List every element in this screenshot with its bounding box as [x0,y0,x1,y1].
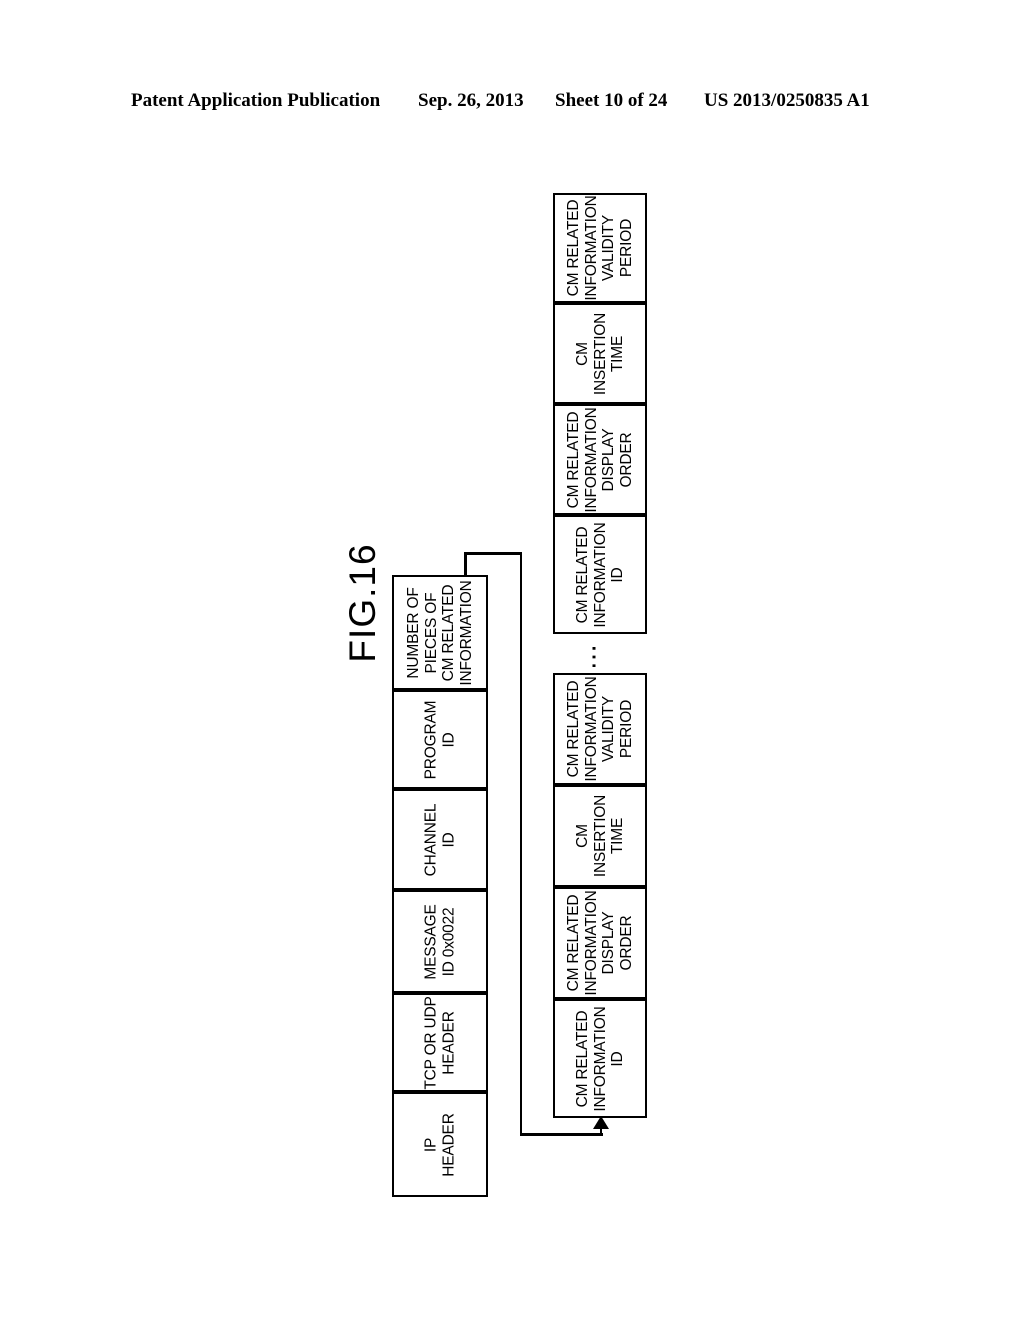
cm-first-field-cm-related-information-id: CM RELATED INFORMATION ID [553,999,647,1118]
field-number-of-pieces-label: NUMBER OF PIECES OF CM RELATED INFORMATI… [405,580,475,685]
cm-last-field-validity-period: CM RELATED INFORMATION VALIDITY PERIOD [553,193,647,303]
cm-first-field-cm-insertion-time: CM INSERTION TIME [553,785,647,887]
field-tcp-or-udp-header: TCP OR UDP HEADER [392,993,488,1092]
cm-last-field-cm-related-information-id: CM RELATED INFORMATION ID [553,515,647,634]
cm-first-field-display-order: CM RELATED INFORMATION DISPLAY ORDER [553,887,647,999]
cm-last-field-id-label: CM RELATED INFORMATION ID [574,522,627,627]
cm-last-field-cm-insertion-time: CM INSERTION TIME [553,303,647,404]
cm-first-field-validity-period: CM RELATED INFORMATION VALIDITY PERIOD [553,673,647,785]
connector-top-horizontal [464,552,522,555]
cm-first-field-insertion-time-label: CM INSERTION TIME [574,795,627,877]
connector-right-vertical [520,552,523,1135]
field-program-id: PROGRAM ID [392,690,488,789]
cm-last-field-insertion-time-label: CM INSERTION TIME [574,312,627,394]
cm-first-field-validity-period-label: CM RELATED INFORMATION VALIDITY PERIOD [565,676,635,781]
field-number-of-pieces-of-cm-related-information: NUMBER OF PIECES OF CM RELATED INFORMATI… [392,575,488,690]
field-program-id-label: PROGRAM ID [423,700,458,779]
cm-last-field-display-order-label: CM RELATED INFORMATION DISPLAY ORDER [565,407,635,512]
cm-last-field-display-order: CM RELATED INFORMATION DISPLAY ORDER [553,404,647,515]
figure-16: FIG.16 IP HEADER TCP OR UDP HEADER MESSA… [0,0,1024,1320]
field-ip-header: IP HEADER [392,1092,488,1197]
connector-vertical-stub [464,552,467,577]
figure-label: FIG.16 [333,523,393,683]
cm-first-field-display-order-label: CM RELATED INFORMATION DISPLAY ORDER [565,890,635,995]
record-continuation-ellipsis: ⋯ [588,637,612,677]
connector-bottom-horizontal [520,1133,603,1136]
field-tcp-or-udp-header-label: TCP OR UDP HEADER [423,996,458,1089]
field-message-id-label: MESSAGE ID 0x0022 [423,904,458,979]
field-channel-id-label: CHANNEL ID [423,803,458,876]
cm-first-field-id-label: CM RELATED INFORMATION ID [574,1006,627,1111]
field-channel-id: CHANNEL ID [392,789,488,890]
connector-arrow-shaft [600,1128,603,1135]
field-message-id: MESSAGE ID 0x0022 [392,890,488,993]
field-ip-header-label: IP HEADER [423,1113,458,1176]
cm-last-field-validity-period-label: CM RELATED INFORMATION VALIDITY PERIOD [565,195,635,300]
